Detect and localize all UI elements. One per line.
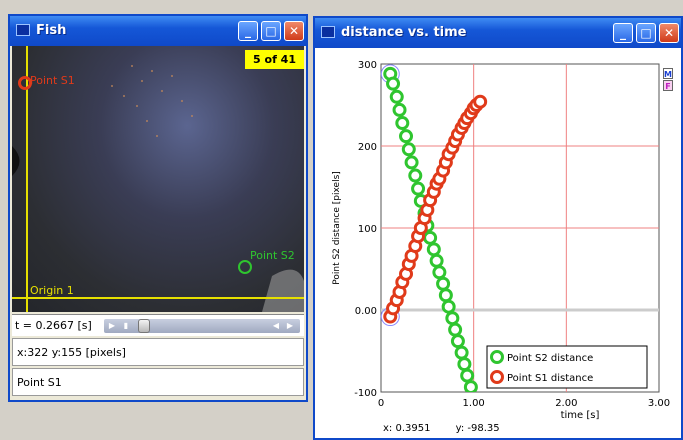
- player-bar: t = 0.2667 [s] ▶ ▮ ◀ ▶: [12, 314, 304, 336]
- step-forward-icon[interactable]: ▶: [284, 320, 296, 332]
- data-point-s2[interactable]: [457, 357, 472, 372]
- y-tick-label: 200: [358, 142, 377, 153]
- video-window-icon: [16, 24, 30, 36]
- minimize-button[interactable]: _: [613, 23, 633, 43]
- coordinates-field: x:322 y:155 [pixels]: [12, 338, 304, 366]
- x-tick-label: 1.00: [463, 398, 485, 409]
- x-tick-label: 2.00: [555, 398, 577, 409]
- y-tick-label: 300: [358, 60, 377, 71]
- frame-counter-badge: 5 of 41: [245, 50, 304, 69]
- data-point-s2[interactable]: [454, 345, 469, 360]
- maximize-button[interactable]: □: [261, 21, 281, 41]
- data-point-s2[interactable]: [395, 116, 410, 131]
- slider-knob[interactable]: [138, 319, 150, 333]
- data-point-s2[interactable]: [441, 299, 456, 314]
- maximize-button[interactable]: □: [636, 23, 656, 43]
- data-point-s2[interactable]: [408, 168, 423, 183]
- video-frame[interactable]: Origin 1 5 of 41 Point S1 Point S2: [12, 46, 304, 312]
- data-point-s2[interactable]: [460, 368, 475, 383]
- data-point-s2[interactable]: [423, 230, 438, 245]
- data-point-s2[interactable]: [426, 242, 441, 257]
- fish-window-title: Fish: [36, 23, 67, 38]
- point-s1-label: Point S1: [30, 74, 75, 87]
- data-point-s2[interactable]: [445, 311, 460, 326]
- legend-marker: [490, 370, 504, 384]
- time-readout: t = 0.2667 [s]: [15, 319, 92, 332]
- data-point-s1[interactable]: [473, 94, 488, 109]
- data-point-s2[interactable]: [475, 415, 486, 422]
- step-icon[interactable]: ▮: [120, 320, 132, 332]
- y-tick-label: 0.00: [355, 306, 377, 317]
- fish-window: Fish _ □ ✕ Origin 1 5 of 41 Point S1 Poi…: [8, 14, 308, 402]
- data-point-s2[interactable]: [450, 334, 465, 349]
- graph-window: distance vs. time _ □ ✕ M F 0 1.00 2.00 3.0…: [313, 16, 683, 440]
- x-tick-label: 3.00: [648, 398, 670, 409]
- legend-marker: [490, 350, 504, 364]
- distance-time-chart[interactable]: 0 1.00 2.00 3.00 -100 0.00 100 200 300 time [s] Po…: [315, 48, 681, 422]
- data-point-s2[interactable]: [386, 76, 401, 91]
- data-point-s2[interactable]: [411, 181, 426, 196]
- play-icon[interactable]: ▶: [106, 320, 118, 332]
- readout-y: y: -98.35: [455, 423, 500, 434]
- point-s2-label: Point S2: [250, 249, 295, 262]
- data-point-s2[interactable]: [389, 89, 404, 104]
- close-button[interactable]: ✕: [284, 21, 304, 41]
- data-point-s2[interactable]: [438, 288, 453, 303]
- selected-point-field[interactable]: Point S1: [12, 368, 304, 396]
- data-point-s2[interactable]: [399, 129, 414, 144]
- fish-titlebar[interactable]: Fish _ □ ✕: [10, 16, 306, 46]
- data-point-s2[interactable]: [392, 102, 407, 117]
- y-axis-label: Point S2 distance [pixels]: [332, 171, 342, 285]
- y-tick-label: 100: [358, 224, 377, 235]
- cursor-readout: x: 0.3951 y: -98.35: [383, 423, 522, 434]
- data-point-s2[interactable]: [404, 155, 419, 170]
- data-point-s2[interactable]: [429, 253, 444, 268]
- graph-titlebar[interactable]: distance vs. time _ □ ✕: [315, 18, 681, 48]
- minimize-button[interactable]: _: [238, 21, 258, 41]
- origin-horizontal-axis: [12, 297, 304, 299]
- close-button[interactable]: ✕: [659, 23, 679, 43]
- legend-entry: Point S1 distance: [507, 373, 593, 384]
- data-point-s2[interactable]: [432, 265, 447, 280]
- readout-x: x: 0.3951: [383, 423, 431, 434]
- data-point-s2[interactable]: [448, 322, 463, 337]
- legend-entry: Point S2 distance: [507, 353, 593, 364]
- y-tick-label: -100: [354, 388, 377, 399]
- frame-slider[interactable]: ▶ ▮ ◀ ▶: [104, 319, 300, 333]
- graph-window-title: distance vs. time: [341, 25, 467, 40]
- x-axis-label: time [s]: [561, 410, 600, 421]
- data-point-s2[interactable]: [436, 276, 451, 291]
- origin-label: Origin 1: [30, 284, 74, 297]
- step-back-icon[interactable]: ◀: [270, 320, 282, 332]
- point-s2-marker[interactable]: [238, 260, 252, 274]
- x-tick-label: 0: [378, 398, 384, 409]
- data-point-s2[interactable]: [463, 380, 478, 393]
- data-point-s2[interactable]: [401, 142, 416, 157]
- graph-window-icon: [321, 26, 335, 38]
